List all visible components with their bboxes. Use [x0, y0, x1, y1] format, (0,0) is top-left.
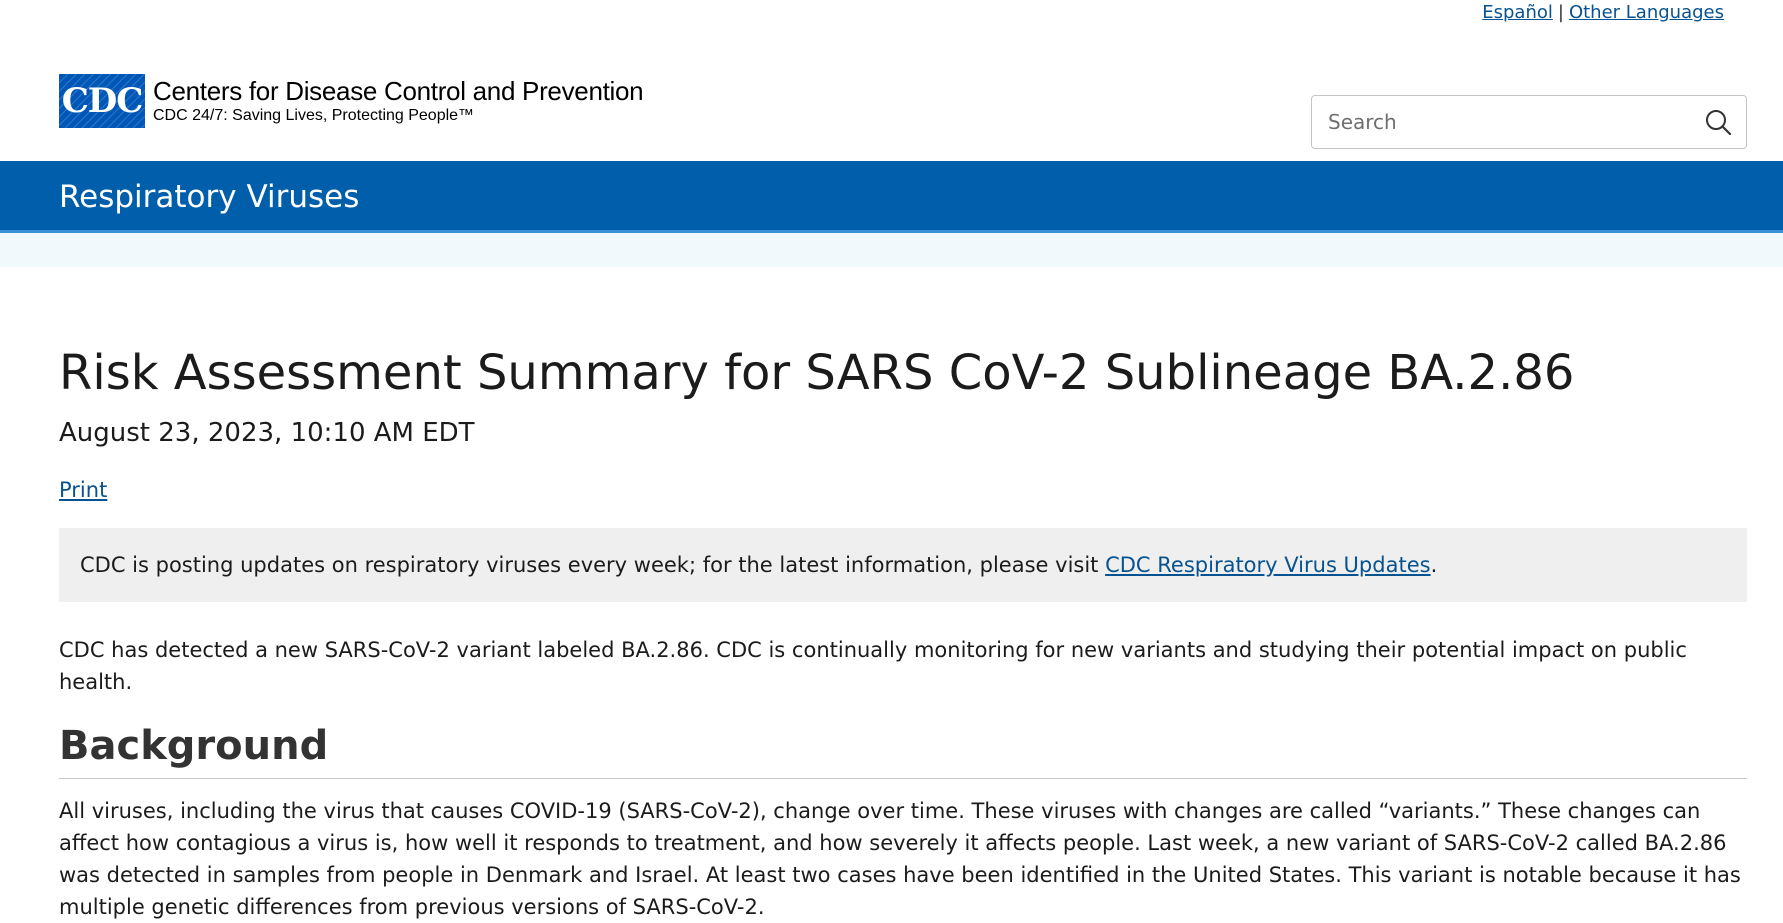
sub-nav-strip — [0, 233, 1783, 267]
notice-text: CDC is posting updates on respiratory vi… — [80, 553, 1437, 577]
respiratory-updates-link[interactable]: CDC Respiratory Virus Updates — [1105, 553, 1430, 577]
org-name: Centers for Disease Control and Preventi… — [153, 76, 644, 106]
main-content: Risk Assessment Summary for SARS CoV-2 S… — [59, 340, 1747, 923]
intro-paragraph: CDC has detected a new SARS-CoV-2 varian… — [59, 638, 1687, 694]
site-banner: Respiratory Viruses — [0, 161, 1783, 233]
print-link[interactable]: Print — [59, 476, 107, 504]
site-section-title[interactable]: Respiratory Viruses — [59, 161, 359, 233]
notice-lead: CDC is posting updates on respiratory vi… — [80, 553, 1106, 577]
language-separator: | — [1557, 2, 1564, 23]
publish-date: August 23, 2023, 10:10 AM EDT — [59, 418, 475, 448]
language-bar: Español | Other Languages — [1482, 0, 1724, 26]
cdc-logo[interactable]: CDC — [59, 74, 145, 128]
notice-end: . — [1430, 553, 1438, 577]
search-input[interactable] — [1312, 96, 1690, 148]
org-tagline: CDC 24/7: Saving Lives, Protecting Peopl… — [153, 107, 475, 124]
background-heading: Background — [59, 720, 1747, 779]
site-header: CDC Centers for Disease Control and Prev… — [59, 74, 644, 128]
logo-letters: CDC — [61, 81, 144, 121]
logo-text[interactable]: Centers for Disease Control and Preventi… — [153, 76, 644, 126]
espanol-link[interactable]: Español — [1482, 2, 1553, 23]
page-title: Risk Assessment Summary for SARS CoV-2 S… — [59, 345, 1575, 401]
other-languages-link[interactable]: Other Languages — [1569, 2, 1724, 23]
search-icon[interactable] — [1690, 96, 1746, 148]
update-notice: CDC is posting updates on respiratory vi… — [59, 528, 1747, 602]
search-box — [1311, 95, 1747, 149]
